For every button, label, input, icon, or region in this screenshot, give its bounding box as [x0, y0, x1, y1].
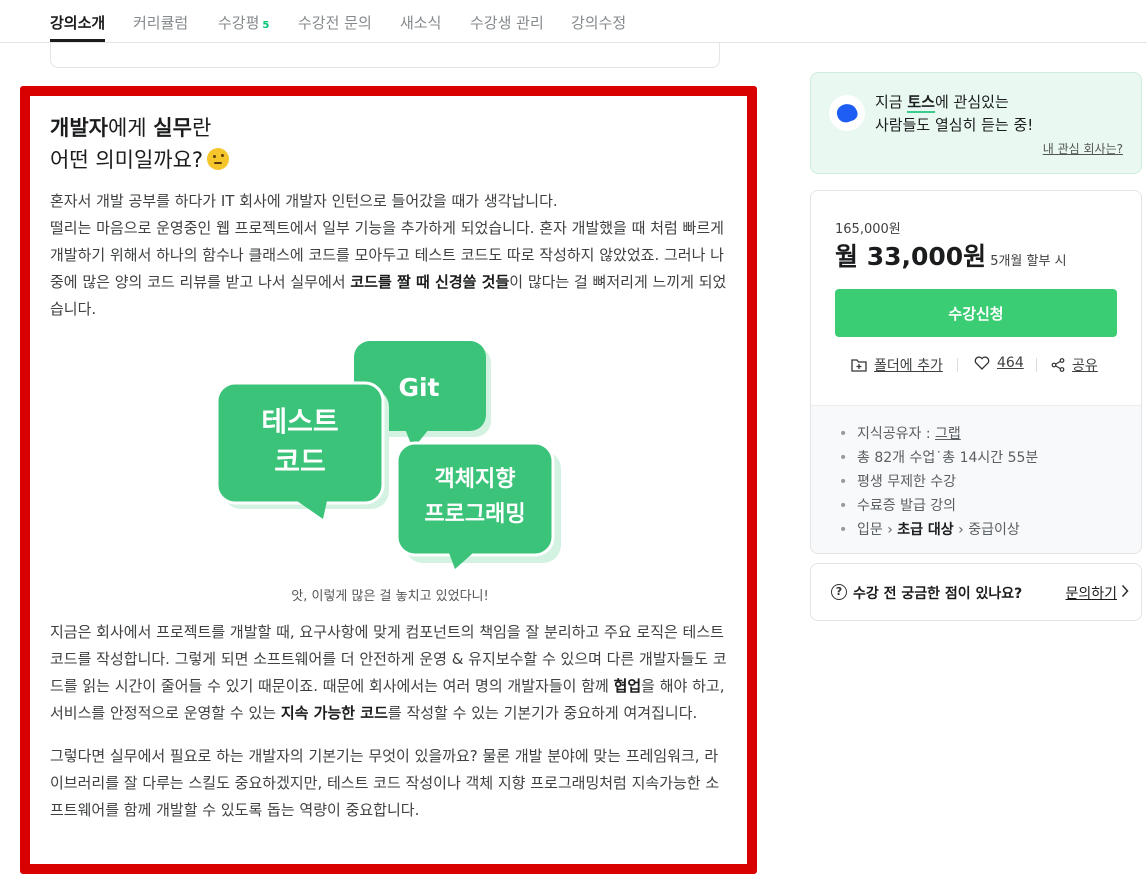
- level-elementary: 초급 대상: [897, 522, 954, 538]
- question-card: ? 수강 전 궁금한 점이 있나요? 문의하기: [810, 563, 1142, 621]
- tab-intro[interactable]: 강의소개: [50, 12, 106, 42]
- body-2-emphasis-sustainable: 지속 가능한 코드: [280, 704, 388, 722]
- headline-text-end: 란: [191, 116, 212, 140]
- concept-illustration: Git 테스트 코드 객체지향 프로그래밍 앗, 이렇게 많은 걸 놓치고 있었…: [50, 341, 730, 604]
- add-to-folder-button[interactable]: 폴더에 추가: [851, 355, 943, 375]
- share-button[interactable]: 공유: [1051, 355, 1098, 375]
- certificate-info: 수료증 발급 강의: [839, 494, 1141, 518]
- tab-pre-inquiry[interactable]: 수강전 문의: [298, 12, 372, 33]
- oop-label-line2: 프로그래밍: [424, 502, 525, 527]
- promo-line2: 사람들도 열심히 듣는 중!: [875, 116, 1034, 134]
- headline-bold-practice: 실무: [153, 116, 192, 140]
- price-card: 165,000원 월 33,000원 5개월 할부 시 수강신청 폴더에 추가 4…: [810, 190, 1142, 554]
- installment-note: 5개월 할부 시: [990, 254, 1067, 269]
- chevron-right-icon: ›: [958, 522, 964, 538]
- my-interest-companies-link[interactable]: 내 관심 회사는?: [1043, 140, 1123, 157]
- body-paragraph-2: 지금은 회사에서 프로젝트를 개발할 때, 요구사항에 맞게 컴포넌트의 책임을…: [50, 619, 730, 727]
- body-2-emphasis-collab: 협업: [613, 677, 642, 695]
- article-content: 개발자에게 실무란 어떤 의미일까요? 혼자서 개발 공부를 하다가 IT 회사…: [50, 112, 730, 824]
- promo-line1-b: 에 관심있는: [934, 93, 1009, 111]
- add-to-folder-label: 폴더에 추가: [874, 358, 943, 374]
- question-prompt: 수강 전 궁금한 점이 있나요?: [853, 586, 1023, 602]
- test-code-speech-bubble: 테스트 코드: [215, 381, 389, 519]
- tab-reviews[interactable]: 수강평 5: [218, 12, 269, 33]
- tab-edit-course[interactable]: 강의수정: [571, 12, 626, 33]
- promo-line1-a: 지금: [875, 93, 908, 111]
- chevron-right-icon[interactable]: [1121, 584, 1129, 598]
- level-info: 입문 › 초급 대상 › 중급이상: [839, 518, 1141, 542]
- review-count-badge: 5: [262, 20, 270, 31]
- toss-logo-icon: [829, 95, 865, 131]
- inquiry-link[interactable]: 문의하기: [1065, 583, 1117, 603]
- course-actions: 폴더에 추가 464 공유: [835, 355, 1117, 377]
- instructor-label: 지식공유자 :: [857, 426, 936, 442]
- intro-sentence-1: 혼자서 개발 공부를 하다가 IT 회사에 개발자 인턴으로 들어갔을 때가 생…: [50, 192, 558, 210]
- test-label: 테스트: [261, 405, 338, 438]
- monthly-price-value: 월 33,000원: [835, 242, 987, 271]
- instructor-info: 지식공유자 : 그랩: [839, 422, 1141, 446]
- git-label: Git: [398, 373, 439, 402]
- folder-plus-icon: [851, 359, 867, 372]
- action-divider: [1036, 358, 1037, 372]
- course-intro-article: 개발자에게 실무란 어떤 의미일까요? 혼자서 개발 공부를 하다가 IT 회사…: [20, 86, 757, 874]
- like-button[interactable]: 464: [974, 355, 1024, 371]
- tab-student-management[interactable]: 수강생 관리: [470, 12, 544, 33]
- chevron-right-icon: ›: [887, 522, 893, 538]
- heart-icon: [974, 356, 990, 370]
- intro-paragraph: 혼자서 개발 공부를 하다가 IT 회사에 개발자 인턴으로 들어갔을 때가 생…: [50, 188, 730, 323]
- oop-label-line1: 객체지향: [435, 467, 516, 492]
- body-paragraph-3: 그렇다면 실무에서 필요로 하는 개발자의 기본기는 무엇이 있을까요? 물론 …: [50, 747, 720, 819]
- action-divider: [957, 358, 958, 372]
- promo-message: 지금 토스에 관심있는 사람들도 열심히 듣는 중!: [875, 91, 1033, 137]
- level-intermediate: 중급이상: [968, 522, 1020, 538]
- tab-reviews-label: 수강평: [218, 14, 260, 32]
- original-price: 165,000원: [835, 222, 901, 237]
- course-info-list: 지식공유자 : 그랩 총 82개 수업˙총 14시간 55분 평생 무제한 수강…: [811, 405, 1141, 553]
- question-circle-icon: ?: [831, 584, 847, 600]
- like-count: 464: [997, 355, 1024, 371]
- tab-news[interactable]: 새소식: [400, 12, 441, 33]
- monthly-price: 월 33,000원 5개월 할부 시: [835, 237, 1067, 273]
- article-headline: 개발자에게 실무란 어떤 의미일까요?: [50, 112, 730, 176]
- thinking-face-icon: [207, 148, 230, 170]
- access-period-info: 평생 무제한 수강: [839, 470, 1141, 494]
- company-interest-banner[interactable]: 지금 토스에 관심있는 사람들도 열심히 듣는 중! 내 관심 회사는?: [810, 72, 1142, 174]
- code-label: 코드: [274, 445, 326, 478]
- course-tab-bar: 강의소개 커리큘럼 수강평 5 수강전 문의 새소식 수강생 관리 강의수정: [0, 0, 1147, 43]
- enroll-button[interactable]: 수강신청: [835, 289, 1117, 337]
- oop-speech-bubble: 객체지향 프로그래밍: [395, 441, 561, 569]
- illustration-caption: 앗, 이렇게 많은 걸 놓치고 있었다니!: [291, 589, 489, 604]
- headline-bold-developer: 개발자: [50, 116, 108, 140]
- lesson-count-info: 총 82개 수업˙총 14시간 55분: [839, 446, 1141, 470]
- body-2-text-c: 를 작성할 수 있는 기본기가 중요하게 여겨집니다.: [387, 704, 698, 722]
- headline-line2: 어떤 의미일까요?: [50, 148, 204, 172]
- promo-company-name: 토스: [907, 93, 935, 113]
- instructor-link[interactable]: 그랩: [935, 426, 961, 442]
- speech-bubbles-illustration: Git 테스트 코드 객체지향 프로그래밍: [215, 341, 561, 569]
- level-beginner: 입문: [857, 522, 883, 538]
- tab-curriculum[interactable]: 커리큘럼: [133, 12, 188, 33]
- intro-emphasis: 코드를 짤 때 신경쓸 것들: [350, 273, 510, 291]
- share-label: 공유: [1072, 358, 1098, 374]
- share-icon: [1051, 358, 1065, 372]
- headline-text: 에게: [107, 116, 154, 140]
